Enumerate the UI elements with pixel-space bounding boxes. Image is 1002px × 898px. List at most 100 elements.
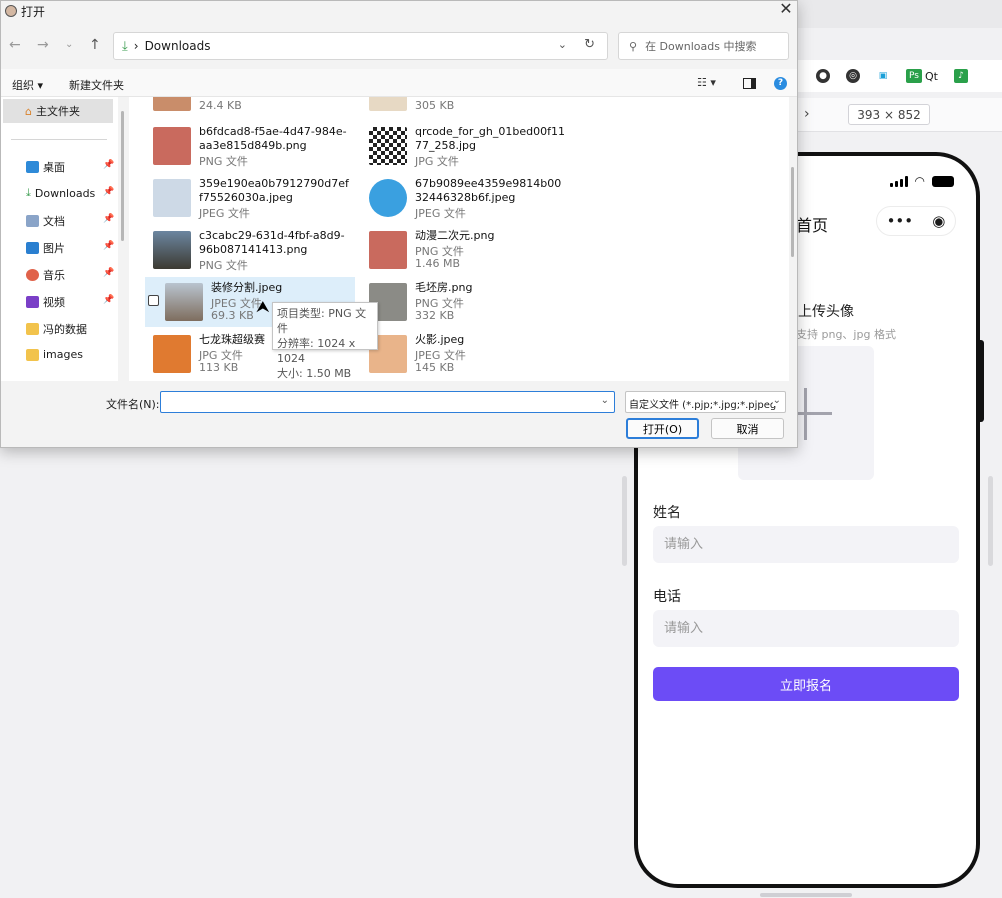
submit-button[interactable]: 立即报名 xyxy=(653,667,959,701)
file-name: 359e190ea0b7912790d7eff75526030a.jpeg xyxy=(199,177,349,204)
file-item[interactable]: 火影.jpeg JPEG 文件 145 KB xyxy=(361,329,571,379)
file-item[interactable]: 毛坯房.png PNG 文件 332 KB xyxy=(361,277,571,327)
name-input[interactable] xyxy=(653,526,959,563)
nav-scrollbar[interactable] xyxy=(121,111,124,241)
file-thumbnail xyxy=(153,97,191,111)
file-type: JPEG 文件 xyxy=(415,207,466,220)
file-item[interactable]: 305 KB xyxy=(361,97,571,117)
nav-item-label: 图片 xyxy=(43,242,65,255)
new-folder-button[interactable]: 新建文件夹 xyxy=(69,77,124,93)
qt-extension[interactable]: Ps Qt xyxy=(906,69,938,83)
cancel-button[interactable]: 取消 xyxy=(711,418,784,439)
search-box[interactable]: ⚲ 在 Downloads 中搜索 xyxy=(618,32,789,60)
file-thumbnail xyxy=(153,231,191,269)
nav-item-desktop[interactable]: 桌面 📌 xyxy=(26,159,116,175)
nav-item-videos[interactable]: 视频 📌 xyxy=(26,294,116,310)
file-thumbnail xyxy=(153,127,191,165)
folder-icon xyxy=(26,323,39,335)
app-icon xyxy=(5,5,17,17)
pin-icon: 📌 xyxy=(103,187,115,197)
file-type: JPG 文件 xyxy=(415,155,459,168)
file-item[interactable]: 24.4 KB xyxy=(145,97,355,117)
download-icon: ⤓ xyxy=(122,38,128,54)
download-icon: ⤓ xyxy=(26,186,31,199)
avatar-label: 上传头像 xyxy=(798,304,854,320)
nav-item-home[interactable]: ⌂ 主文件夹 xyxy=(3,99,113,123)
filetype-select[interactable]: 自定义文件 (*.pjp;*.jpg;*.pjpeg ⌄ xyxy=(625,391,786,413)
file-type: PNG 文件 xyxy=(199,155,248,168)
filename-input[interactable]: ⌄ xyxy=(160,391,615,413)
close-icon[interactable]: ✕ xyxy=(777,1,795,19)
desktop-icon xyxy=(26,161,39,173)
nav-item-label: 音乐 xyxy=(43,269,65,282)
nav-item-music[interactable]: 音乐 📌 xyxy=(26,267,116,283)
file-type: PNG 文件 xyxy=(199,259,248,272)
music-icon[interactable]: ♪ xyxy=(953,69,968,83)
refresh-icon[interactable]: ↻ xyxy=(584,37,595,52)
file-item[interactable]: qrcode_for_gh_01bed00f1177_258.jpg JPG 文… xyxy=(361,121,571,171)
pin-icon: 📌 xyxy=(103,241,115,251)
organize-button[interactable]: 组织 ▾ xyxy=(12,77,43,93)
back-icon[interactable]: ← xyxy=(9,37,21,53)
avatar-hint: 支持 png、jpg 格式 xyxy=(796,328,896,341)
status-bar: ◠ xyxy=(889,174,954,188)
chevron-right-icon[interactable]: › xyxy=(804,106,810,122)
miniprogram-capsule[interactable]: ••• ◉ xyxy=(876,206,956,236)
file-thumbnail xyxy=(153,179,191,217)
file-item[interactable]: c3cabc29-631d-4fbf-a8d9-96b087141413.png… xyxy=(145,225,355,275)
device-dimensions[interactable]: 393 × 852 xyxy=(848,104,930,125)
file-checkbox[interactable] xyxy=(148,295,159,306)
video-icon xyxy=(26,296,39,308)
document-icon xyxy=(26,215,39,227)
nav-item-folder[interactable]: 冯的数据 xyxy=(26,321,116,337)
filename-dropdown-icon[interactable]: ⌄ xyxy=(601,395,609,406)
up-icon[interactable]: ↑ xyxy=(89,37,101,53)
view-options-icon[interactable]: ☷ ▾ xyxy=(697,76,716,89)
breadcrumb-folder[interactable]: Downloads xyxy=(145,39,211,53)
signal-icon xyxy=(889,175,908,187)
file-name: 动漫二次元.png xyxy=(415,229,495,242)
nav-item-pictures[interactable]: 图片 📌 xyxy=(26,240,116,256)
file-item[interactable]: b6fdcad8-f5ae-4d47-984e-aa3e815d849b.png… xyxy=(145,121,355,171)
filename-label: 文件名(N): xyxy=(106,398,160,411)
chrome-icon[interactable]: ● xyxy=(816,69,830,83)
more-icon[interactable]: ••• xyxy=(887,212,914,230)
forward-icon[interactable]: → xyxy=(37,37,49,53)
wifi-icon: ◠ xyxy=(914,174,925,188)
nav-item-downloads[interactable]: ⤓ Downloads 📌 xyxy=(26,186,116,200)
recent-dropdown-icon[interactable]: ⌄ xyxy=(65,39,73,50)
file-item[interactable]: 359e190ea0b7912790d7eff75526030a.jpeg JP… xyxy=(145,173,355,223)
file-list-scrollbar[interactable] xyxy=(791,167,794,257)
nav-item-images[interactable]: images xyxy=(26,348,116,361)
file-thumbnail xyxy=(153,335,191,373)
file-size: 69.3 KB xyxy=(211,309,254,322)
preview-pane-icon[interactable] xyxy=(743,78,756,89)
address-dropdown-icon[interactable]: ⌄ xyxy=(558,38,567,51)
file-size: 24.4 KB xyxy=(199,99,242,112)
page-scrollbar-left[interactable] xyxy=(622,476,627,566)
dialog-footer: 文件名(N): ⌄ 自定义文件 (*.pjp;*.jpg;*.pjpeg ⌄ 打… xyxy=(1,381,797,447)
bilibili-icon[interactable]: ▣ xyxy=(876,69,890,83)
pictures-icon xyxy=(26,242,39,254)
address-bar[interactable]: ⤓ › Downloads ⌄ ↻ xyxy=(113,32,608,60)
file-item[interactable]: 动漫二次元.png PNG 文件 1.46 MB xyxy=(361,225,571,275)
phone-input[interactable] xyxy=(653,610,959,647)
file-thumbnail xyxy=(369,231,407,269)
help-icon[interactable]: ? xyxy=(774,77,787,90)
nav-divider xyxy=(11,139,107,140)
nav-home-label: 主文件夹 xyxy=(35,105,80,118)
close-target-icon[interactable]: ◉ xyxy=(932,212,945,230)
open-button[interactable]: 打开(O) xyxy=(626,418,699,439)
pin-icon: 📌 xyxy=(103,295,115,305)
page-scrollbar-right[interactable] xyxy=(988,476,993,566)
file-item[interactable]: 67b9089ee4359e9814b0032446328b6f.jpeg JP… xyxy=(361,173,571,223)
folder-icon xyxy=(26,348,39,361)
nav-item-documents[interactable]: 文档 📌 xyxy=(26,213,116,229)
tooltip-size: 大小: 1.50 MB xyxy=(277,367,352,380)
globe-icon[interactable]: ◎ xyxy=(846,69,860,83)
file-name: qrcode_for_gh_01bed00f1177_258.jpg xyxy=(415,125,565,152)
home-indicator xyxy=(760,893,852,897)
file-name: 67b9089ee4359e9814b0032446328b6f.jpeg xyxy=(415,177,562,204)
file-size: 305 KB xyxy=(415,99,455,112)
qt-label: Qt xyxy=(925,69,938,83)
